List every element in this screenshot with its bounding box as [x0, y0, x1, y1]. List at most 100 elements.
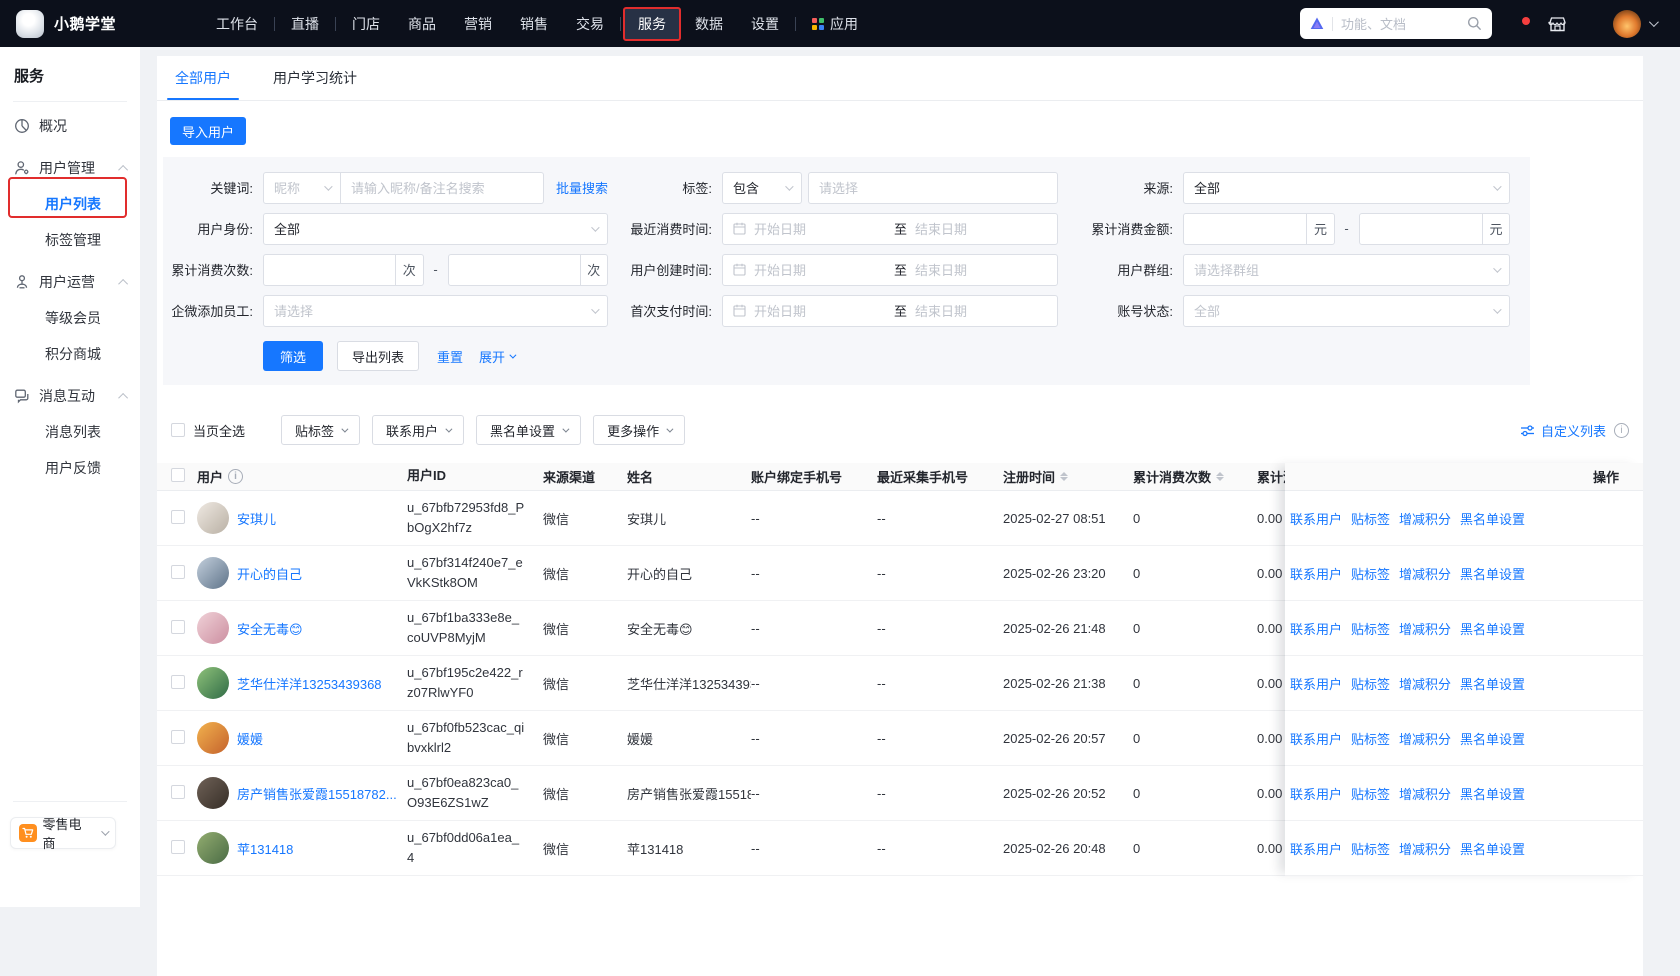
nav-item-workbench[interactable]: 工作台: [202, 7, 272, 41]
user-name-link[interactable]: 媛媛: [237, 729, 263, 748]
blacklist-dropdown-button[interactable]: 黑名单设置: [476, 415, 581, 445]
row-checkbox[interactable]: [171, 840, 185, 854]
store-switcher[interactable]: 零售电商: [10, 817, 116, 849]
account-status-select[interactable]: 全部: [1183, 295, 1510, 327]
row-action-link[interactable]: 贴标签: [1351, 784, 1390, 803]
sidebar-item-points-mall[interactable]: 积分商城: [0, 336, 140, 372]
row-action-link[interactable]: 增减积分: [1399, 839, 1451, 858]
info-icon[interactable]: i: [1614, 423, 1629, 438]
tag-dropdown-button[interactable]: 贴标签: [281, 415, 360, 445]
row-checkbox[interactable]: [171, 785, 185, 799]
nav-item-service-active[interactable]: 服务: [623, 7, 681, 41]
nav-item-sales[interactable]: 销售: [506, 7, 562, 41]
sidebar-item-message-list[interactable]: 消息列表: [0, 414, 140, 450]
row-action-link[interactable]: 联系用户: [1290, 564, 1342, 583]
row-checkbox[interactable]: [171, 510, 185, 524]
source-select[interactable]: 全部: [1183, 172, 1510, 204]
keyword-type-select[interactable]: 昵称: [263, 172, 341, 204]
nav-item-data[interactable]: 数据: [681, 7, 737, 41]
tag-select[interactable]: 请选择: [808, 172, 1058, 204]
row-checkbox[interactable]: [171, 620, 185, 634]
brand[interactable]: 小鹅学堂: [16, 10, 116, 38]
row-action-link[interactable]: 黑名单设置: [1460, 674, 1525, 693]
sidebar-item-level-member[interactable]: 等级会员: [0, 300, 140, 336]
filter-button[interactable]: 筛选: [263, 341, 323, 371]
row-action-link[interactable]: 黑名单设置: [1460, 729, 1525, 748]
user-name-link[interactable]: 安琪儿: [237, 509, 276, 528]
row-action-link[interactable]: 贴标签: [1351, 674, 1390, 693]
row-action-link[interactable]: 黑名单设置: [1460, 839, 1525, 858]
first-pay-date-range[interactable]: 开始日期 至 结束日期: [722, 295, 1058, 327]
row-action-link[interactable]: 联系用户: [1290, 729, 1342, 748]
more-actions-dropdown-button[interactable]: 更多操作: [593, 415, 685, 445]
sort-icon[interactable]: [1060, 472, 1068, 481]
tag-operator-select[interactable]: 包含: [722, 172, 802, 204]
sidebar-item-user-list[interactable]: 用户列表: [0, 186, 140, 222]
nav-item-marketing[interactable]: 营销: [450, 7, 506, 41]
qiwei-staff-select[interactable]: 请选择: [263, 295, 608, 327]
nav-item-settings[interactable]: 设置: [737, 7, 793, 41]
sidebar-group-user-operation[interactable]: 用户运营: [0, 264, 140, 300]
select-all-checkbox[interactable]: [171, 423, 185, 437]
row-checkbox[interactable]: [171, 675, 185, 689]
row-action-link[interactable]: 增减积分: [1399, 674, 1451, 693]
row-action-link[interactable]: 贴标签: [1351, 839, 1390, 858]
row-action-link[interactable]: 增减积分: [1399, 509, 1451, 528]
user-group-select[interactable]: 请选择群组: [1183, 254, 1510, 286]
sidebar-group-message-interaction[interactable]: 消息互动: [0, 378, 140, 414]
sidebar-group-user-management[interactable]: 用户管理: [0, 150, 140, 186]
row-action-link[interactable]: 黑名单设置: [1460, 509, 1525, 528]
row-checkbox[interactable]: [171, 730, 185, 744]
recent-pay-date-range[interactable]: 开始日期 至 结束日期: [722, 213, 1058, 245]
nav-item-trade[interactable]: 交易: [562, 7, 618, 41]
shop-icon[interactable]: [1548, 15, 1567, 33]
account-menu[interactable]: [1613, 10, 1656, 38]
user-name-link[interactable]: 房产销售张爱霞15518782...: [237, 784, 397, 803]
user-name-link[interactable]: 开心的自己: [237, 564, 302, 583]
created-date-range[interactable]: 开始日期 至 结束日期: [722, 254, 1058, 286]
row-action-link[interactable]: 增减积分: [1399, 619, 1451, 638]
chevron-up-icon[interactable]: [118, 164, 128, 174]
row-action-link[interactable]: 贴标签: [1351, 509, 1390, 528]
expand-link[interactable]: 展开: [479, 347, 514, 366]
batch-search-link[interactable]: 批量搜索: [556, 178, 608, 197]
row-action-link[interactable]: 贴标签: [1351, 729, 1390, 748]
header-checkbox[interactable]: [171, 468, 185, 482]
user-name-link[interactable]: 安全无毒😊: [237, 619, 303, 638]
keyword-input[interactable]: 请输入昵称/备注名搜索: [341, 172, 544, 204]
sidebar-item-user-feedback[interactable]: 用户反馈: [0, 450, 140, 486]
nav-item-store[interactable]: 门店: [338, 7, 394, 41]
import-users-button[interactable]: 导入用户: [170, 117, 246, 145]
select-all-control[interactable]: 当页全选: [171, 421, 245, 440]
row-action-link[interactable]: 贴标签: [1351, 619, 1390, 638]
chevron-up-icon[interactable]: [118, 278, 128, 288]
nav-item-live[interactable]: 直播: [277, 7, 333, 41]
search-icon[interactable]: [1467, 16, 1482, 31]
row-checkbox[interactable]: [171, 565, 185, 579]
sidebar-item-overview[interactable]: 概况: [0, 108, 140, 144]
tab-learning-stats[interactable]: 用户学习统计: [265, 56, 365, 100]
contact-dropdown-button[interactable]: 联系用户: [372, 415, 464, 445]
row-action-link[interactable]: 联系用户: [1290, 784, 1342, 803]
export-list-button[interactable]: 导出列表: [337, 341, 419, 371]
row-action-link[interactable]: 增减积分: [1399, 729, 1451, 748]
row-action-link[interactable]: 联系用户: [1290, 839, 1342, 858]
chevron-up-icon[interactable]: [118, 392, 128, 402]
row-action-link[interactable]: 联系用户: [1290, 674, 1342, 693]
amount-max-input[interactable]: [1359, 213, 1483, 245]
reset-link[interactable]: 重置: [437, 347, 463, 366]
user-name-link[interactable]: 芝华仕洋洋13253439368: [237, 674, 382, 693]
count-max-input[interactable]: [448, 254, 581, 286]
nav-item-apps[interactable]: 应用: [798, 7, 872, 41]
amount-min-input[interactable]: [1183, 213, 1307, 245]
nav-item-goods[interactable]: 商品: [394, 7, 450, 41]
row-action-link[interactable]: 联系用户: [1290, 509, 1342, 528]
row-action-link[interactable]: 黑名单设置: [1460, 784, 1525, 803]
row-action-link[interactable]: 黑名单设置: [1460, 564, 1525, 583]
row-action-link[interactable]: 增减积分: [1399, 784, 1451, 803]
customize-columns-link[interactable]: 自定义列表: [1520, 421, 1606, 440]
row-action-link[interactable]: 联系用户: [1290, 619, 1342, 638]
row-action-link[interactable]: 黑名单设置: [1460, 619, 1525, 638]
info-icon[interactable]: i: [228, 469, 243, 484]
user-name-link[interactable]: 苹131418: [237, 839, 293, 858]
